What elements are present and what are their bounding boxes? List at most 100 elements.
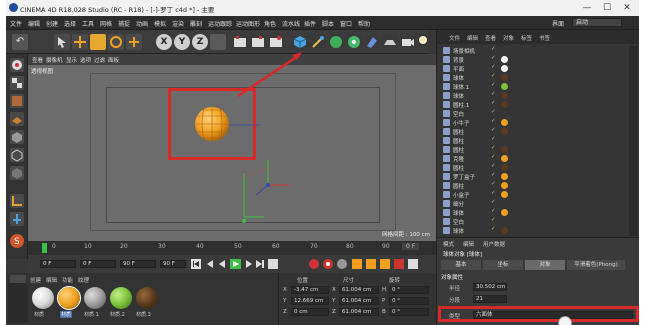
visibility-check-icon[interactable]: ✓: [491, 172, 496, 178]
visibility-check-icon[interactable]: ✓: [491, 163, 496, 169]
scene-floor-icon[interactable]: [382, 34, 398, 50]
object-row[interactable]: 罗丁盒子 ✓: [437, 172, 639, 181]
object-row[interactable]: 圆柱 ✓: [437, 136, 639, 145]
visibility-check-icon[interactable]: ✓: [491, 217, 496, 223]
visibility-check-icon[interactable]: ✓: [491, 190, 496, 196]
pen-spline-icon[interactable]: [310, 34, 326, 50]
object-row[interactable]: 圆柱 ✓: [437, 145, 639, 154]
move-icon[interactable]: [72, 34, 88, 50]
timeline-ruler[interactable]: 0 10 20 30 40 50 60 70 80 90 0 F: [28, 241, 436, 255]
visibility-check-icon[interactable]: ✓: [491, 136, 496, 142]
material-tag-icon[interactable]: [501, 92, 508, 99]
menu-item-render[interactable]: 渲染: [172, 19, 184, 28]
material-tag-icon[interactable]: [501, 173, 508, 180]
material-tag-icon[interactable]: [501, 191, 508, 198]
size-x-field[interactable]: 61.004 cm: [339, 286, 379, 294]
start-frame-field[interactable]: 0 F: [80, 260, 116, 268]
visibility-check-icon[interactable]: ✓: [491, 82, 496, 88]
visibility-check-icon[interactable]: ✓: [491, 100, 496, 106]
edges-mode-icon[interactable]: [10, 148, 24, 162]
material-tag-icon[interactable]: [501, 101, 508, 108]
tab-coord[interactable]: 坐标: [483, 260, 523, 270]
object-row[interactable]: 圆柱 ✓: [437, 163, 639, 172]
object-row[interactable]: 场景相机 ✓: [437, 46, 639, 55]
coordinate-system-icon[interactable]: [210, 34, 226, 50]
menu-item-script[interactable]: 脚本: [322, 19, 334, 28]
attr-menu-mode[interactable]: 模式: [443, 240, 454, 248]
layout-select[interactable]: 启动: [572, 18, 622, 27]
points-mode-icon[interactable]: [10, 130, 24, 144]
om-menu-view[interactable]: 查看: [485, 34, 496, 42]
menu-item-simulate[interactable]: 模拟: [154, 19, 166, 28]
menu-item-plugins[interactable]: 插件: [304, 19, 316, 28]
material-swatch[interactable]: [110, 287, 132, 309]
visibility-check-icon[interactable]: ✓: [491, 64, 496, 70]
menu-item-animate[interactable]: 动画: [136, 19, 148, 28]
object-row[interactable]: 圆柱 ✓: [437, 181, 639, 190]
preview-end-field[interactable]: 90 F: [160, 260, 186, 268]
object-row[interactable]: 细分 ✓: [437, 199, 639, 208]
segments-field[interactable]: 21: [473, 295, 507, 303]
size-z-field[interactable]: 61.004 cm: [339, 308, 379, 316]
deformer-icon[interactable]: [364, 34, 380, 50]
texture-mode-icon[interactable]: [10, 94, 24, 108]
visibility-check-icon[interactable]: ✓: [491, 91, 496, 97]
material-tag-icon[interactable]: [501, 155, 508, 162]
material-menu-create[interactable]: 创建: [30, 276, 41, 284]
position-x-field[interactable]: -3.47 cm: [291, 286, 329, 294]
material-tag-icon[interactable]: [501, 83, 508, 90]
material-menu-texture[interactable]: 纹理: [78, 276, 89, 284]
menu-item-tools[interactable]: 工具: [82, 19, 94, 28]
object-row[interactable]: 小盒子 ✓: [437, 190, 639, 199]
menu-item-file[interactable]: 文件: [10, 19, 22, 28]
object-row[interactable]: 球体 ✓: [437, 208, 639, 217]
render-view-icon[interactable]: [232, 34, 248, 50]
workplane-icon[interactable]: [10, 112, 24, 126]
material-menu-function[interactable]: 功能: [62, 276, 73, 284]
rotation-h-field[interactable]: 0 °: [389, 286, 429, 294]
material-swatch[interactable]: [57, 286, 81, 310]
menu-item-edit[interactable]: 编辑: [28, 19, 40, 28]
menu-item-select[interactable]: 选择: [64, 19, 76, 28]
viewport-menu-panel[interactable]: 面板: [108, 56, 119, 64]
rotate-icon[interactable]: [108, 34, 124, 50]
visibility-check-icon[interactable]: ✓: [491, 55, 496, 61]
object-row[interactable]: 球体 ✓: [437, 226, 639, 235]
visibility-check-icon[interactable]: ✓: [491, 109, 496, 115]
perspective-viewport[interactable]: 透视视图 网格间距: 100 cm: [28, 65, 436, 241]
z-axis-button[interactable]: Z: [192, 34, 208, 50]
sphere-type-select[interactable]: 六面体: [473, 311, 633, 319]
tab-object[interactable]: 对象: [525, 260, 565, 270]
position-z-field[interactable]: 0 cm: [291, 308, 329, 316]
make-editable-icon[interactable]: [10, 58, 24, 72]
subdivision-surface-icon[interactable]: [328, 34, 344, 50]
render-to-picture-viewer-icon[interactable]: [250, 34, 266, 50]
menu-item-sculpt[interactable]: 雕刻: [190, 19, 202, 28]
attr-menu-userdata[interactable]: 用户数据: [483, 240, 505, 248]
material-tag-icon[interactable]: [501, 227, 508, 234]
cloner-icon[interactable]: [346, 34, 362, 50]
menu-item-help[interactable]: 帮助: [358, 19, 370, 28]
visibility-check-icon[interactable]: ✓: [491, 118, 496, 124]
object-row[interactable]: 空白 ✓: [437, 217, 639, 226]
visibility-check-icon[interactable]: ✓: [491, 154, 496, 160]
menu-item-snap[interactable]: 捕捉: [118, 19, 130, 28]
menu-item-mesh[interactable]: 网格: [100, 19, 112, 28]
camera-icon[interactable]: [400, 34, 416, 50]
object-row[interactable]: 克隆 ✓: [437, 154, 639, 163]
material-swatch[interactable]: [32, 287, 54, 309]
material-tag-icon[interactable]: [501, 164, 508, 171]
material-swatch[interactable]: [84, 287, 106, 309]
om-menu-edit[interactable]: 编辑: [467, 34, 478, 42]
close-button[interactable]: ✕: [620, 2, 634, 14]
material-tag-icon[interactable]: [501, 56, 508, 63]
minimize-button[interactable]: —: [580, 2, 594, 14]
viewport-menu-display[interactable]: 显示: [66, 56, 77, 64]
material-tag-icon[interactable]: [501, 65, 508, 72]
live-select-icon[interactable]: [54, 34, 70, 50]
tab-phong[interactable]: 平滑着色(Phong): [567, 260, 625, 270]
menu-item-mograph[interactable]: 运动图形: [236, 19, 260, 28]
material-tag-icon[interactable]: [501, 209, 508, 216]
radius-field[interactable]: 30.502 cm: [473, 283, 507, 291]
recent-tools-icon[interactable]: [126, 34, 142, 50]
